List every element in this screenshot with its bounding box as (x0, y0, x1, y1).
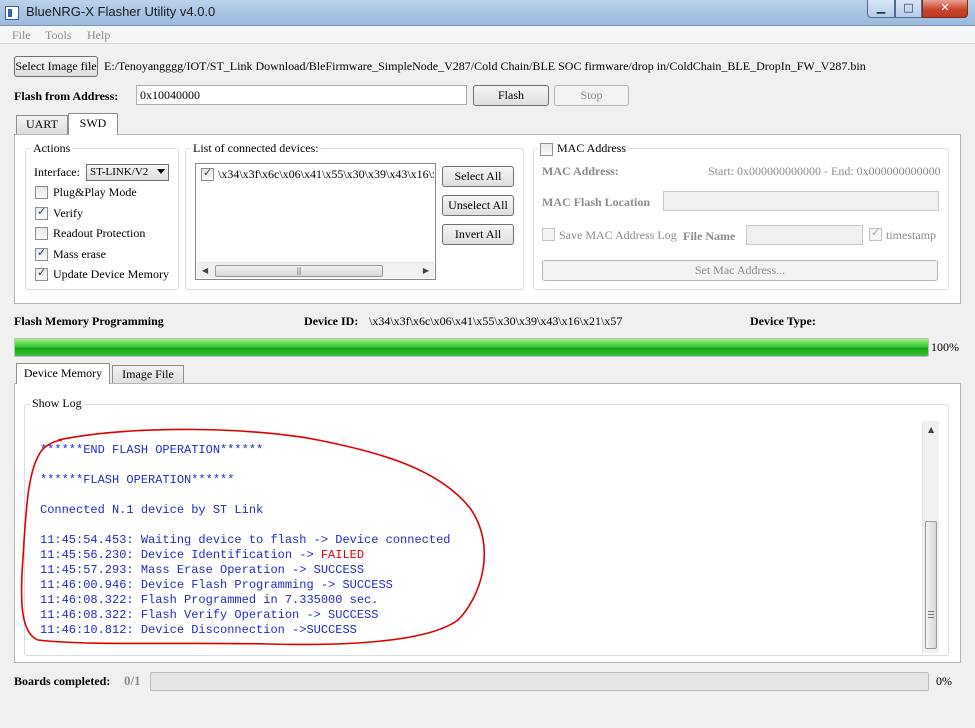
minimize-button[interactable]: ▁ (867, 0, 895, 18)
option-label: Update Device Memory (53, 267, 169, 281)
boards-percent-text: 0% (936, 674, 952, 688)
menu-bar: File Tools Help (0, 26, 975, 44)
close-button[interactable]: ✕ (922, 0, 968, 18)
show-log-label: Show Log (30, 396, 84, 411)
flash-from-label: Flash from Address: (14, 89, 119, 103)
option-label: Readout Protection (53, 226, 146, 240)
log-line: ******END FLASH OPERATION****** (40, 443, 264, 457)
tab-device-memory[interactable]: Device Memory (16, 363, 110, 384)
title-bar: BlueNRG-X Flasher Utility v4.0.0 (0, 0, 975, 26)
log-text-area[interactable]: ******END FLASH OPERATION****** ******FL… (26, 421, 922, 653)
device-checkbox[interactable] (201, 166, 214, 181)
option-checkbox[interactable] (35, 205, 48, 220)
mac-address-label: MAC Address: (542, 164, 619, 178)
unselect-all-button[interactable]: Unselect All (442, 195, 514, 216)
mac-range-text: Start: 0x000000000000 - End: 0x000000000… (708, 164, 941, 178)
maximize-button[interactable]: □ (895, 0, 922, 18)
scroll-up-icon[interactable]: ▲ (928, 425, 934, 434)
app-icon (5, 6, 19, 20)
chevron-down-icon (157, 169, 165, 174)
log-line: 11:45:57.293: Mass Erase Operation -> SU… (40, 563, 365, 577)
tab-swd[interactable]: SWD (68, 113, 118, 135)
log-line: 11:46:08.322: Flash Verify Operation -> … (40, 608, 379, 622)
boards-completed-label: Boards completed: (14, 674, 111, 688)
invert-all-button[interactable]: Invert All (442, 224, 514, 245)
save-mac-log-label: Save MAC Address Log (559, 228, 677, 242)
flash-progress-fill (15, 339, 928, 356)
grip-line (928, 617, 934, 618)
option-checkbox[interactable] (35, 227, 48, 240)
mac-address-checkbox-label: MAC Address (557, 141, 627, 155)
set-mac-address-button[interactable]: Set Mac Address... (542, 260, 938, 281)
save-mac-log-checkbox[interactable] (542, 228, 555, 241)
boards-completed-value: 0/1 (124, 673, 141, 688)
interface-select[interactable]: ST-LINK/V2 (86, 164, 169, 181)
interface-value: ST-LINK/V2 (90, 166, 149, 178)
failed-status: FAILED (320, 548, 365, 562)
flash-progress-text: 100% (931, 340, 959, 354)
log-line: ******FLASH OPERATION****** (40, 473, 235, 487)
window-title: BlueNRG-X Flasher Utility v4.0.0 (26, 4, 216, 19)
device-id-value: \x34\x3f\x6c\x06\x41\x55\x30\x39\x43\x16… (369, 314, 623, 328)
log-scroll-thumb[interactable] (925, 521, 937, 649)
device-list[interactable]: \x34\x3f\x6c\x06\x41\x55\x30\x39\x43\x16… (195, 163, 436, 280)
mac-flash-location-input[interactable] (663, 191, 939, 211)
scroll-left-icon[interactable]: ◀ (202, 266, 208, 275)
option-label: Plug&Play Mode (53, 185, 137, 199)
log-line: Connected N.1 device by ST Link (40, 503, 264, 517)
timestamp-checkbox[interactable] (869, 226, 882, 241)
flash-progress-bar (14, 338, 929, 357)
flash-button[interactable]: Flash (473, 85, 549, 106)
device-item[interactable]: \x34\x3f\x6c\x06\x41\x55\x30\x39\x43\x16… (218, 167, 434, 182)
log-line: 11:46:08.322: Flash Programmed in 7.3350… (40, 593, 379, 607)
select-image-button[interactable]: Select Image file (14, 56, 98, 77)
select-all-button[interactable]: Select All (442, 166, 514, 187)
log-scrollbar[interactable]: ▲ (922, 421, 939, 653)
tab-uart[interactable]: UART (16, 115, 68, 134)
stop-button[interactable]: Stop (554, 85, 629, 106)
device-list-scrollbar[interactable]: ◀ ||| ▶ (197, 262, 434, 278)
mac-address-checkbox[interactable] (540, 143, 553, 156)
log-line: 11:46:10.812: Device Disconnection ->SUC… (40, 623, 357, 637)
scroll-thumb[interactable]: ||| (215, 265, 383, 277)
device-id-label: Device ID: (304, 314, 359, 328)
menu-file[interactable]: File (12, 28, 31, 43)
log-line-text: 11:45:56.230: Device Identification -> (40, 548, 321, 562)
flash-memory-label: Flash Memory Programming (14, 314, 164, 328)
devices-title: List of connected devices: (191, 141, 321, 156)
device-type-label: Device Type: (750, 314, 816, 328)
log-line: 11:46:00.946: Device Flash Programming -… (40, 578, 393, 592)
option-checkbox[interactable] (35, 186, 48, 199)
option-label: Verify (53, 205, 83, 220)
log-line: 11:45:56.230: Device Identification -> F… (40, 548, 364, 562)
tab-image-file[interactable]: Image File (112, 365, 184, 384)
actions-title: Actions (31, 141, 73, 156)
interface-label: Interface: (34, 165, 80, 179)
log-line: 11:45:54.453: Waiting device to flash ->… (40, 533, 451, 547)
grip-line (928, 614, 934, 615)
image-path: E:/Tenoyangggg/IOT/ST_Link Download/BleF… (104, 59, 866, 73)
flash-address-input[interactable]: 0x10040000 (136, 85, 467, 105)
boards-progress-bar (150, 672, 929, 691)
scroll-right-icon[interactable]: ▶ (423, 266, 429, 275)
file-name-input[interactable] (746, 225, 863, 245)
file-name-label: File Name (683, 229, 736, 243)
option-checkbox[interactable] (35, 246, 48, 261)
timestamp-label: timestamp (886, 228, 936, 242)
grip-line (928, 611, 934, 612)
option-label: Mass erase (53, 246, 106, 261)
mac-flash-location-label: MAC Flash Location (542, 195, 650, 209)
menu-help[interactable]: Help (87, 28, 110, 43)
menu-tools[interactable]: Tools (45, 28, 72, 43)
option-checkbox[interactable] (35, 266, 48, 281)
